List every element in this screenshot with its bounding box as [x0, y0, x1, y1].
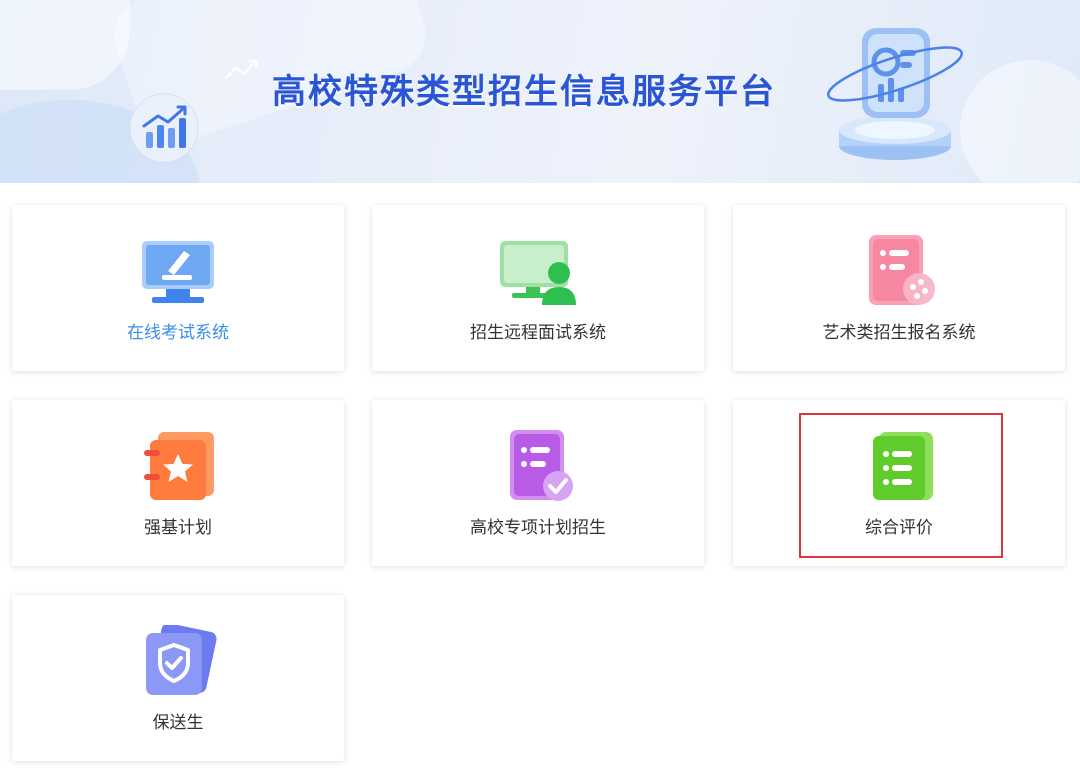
- header-banner: 高校特殊类型招生信息服务平台: [0, 0, 1080, 183]
- art-form-icon: [869, 235, 935, 305]
- card-remote-interview-system[interactable]: 招生远程面试系统: [372, 205, 704, 371]
- card-university-special-plan[interactable]: 高校专项计划招生: [372, 400, 704, 566]
- trend-arrow-icon: [224, 59, 258, 80]
- shield-check-icon: [146, 625, 217, 695]
- star-notebook-icon: [144, 432, 214, 500]
- card-comprehensive-evaluation[interactable]: 综合评价: [733, 400, 1065, 566]
- page-title: 高校特殊类型招生信息服务平台: [272, 72, 776, 112]
- banner-bubble: [0, 0, 130, 90]
- monitor-pen-icon: [142, 241, 214, 303]
- card-label: 在线考试系统: [127, 323, 229, 343]
- card-label: 艺术类招生报名系统: [822, 323, 976, 343]
- chart-growth-icon: [129, 93, 199, 163]
- card-label: 强基计划: [144, 518, 212, 538]
- card-label: 招生远程面试系统: [470, 323, 606, 343]
- card-strengthen-foundation-plan[interactable]: 强基计划: [12, 400, 344, 566]
- banner-bubble: [960, 60, 1080, 183]
- pedestal-chart-icon: [826, 28, 964, 160]
- card-art-admission-registration[interactable]: 艺术类招生报名系统: [733, 205, 1065, 371]
- card-label: 保送生: [152, 713, 204, 733]
- card-label: 高校专项计划招生: [470, 518, 606, 538]
- card-online-exam-system[interactable]: 在线考试系统: [12, 205, 344, 371]
- list-document-icon: [873, 432, 933, 500]
- checklist-icon: [510, 430, 573, 501]
- card-recommended-students[interactable]: 保送生: [12, 595, 344, 761]
- remote-interview-icon: [500, 241, 576, 305]
- card-label: 综合评价: [865, 518, 933, 538]
